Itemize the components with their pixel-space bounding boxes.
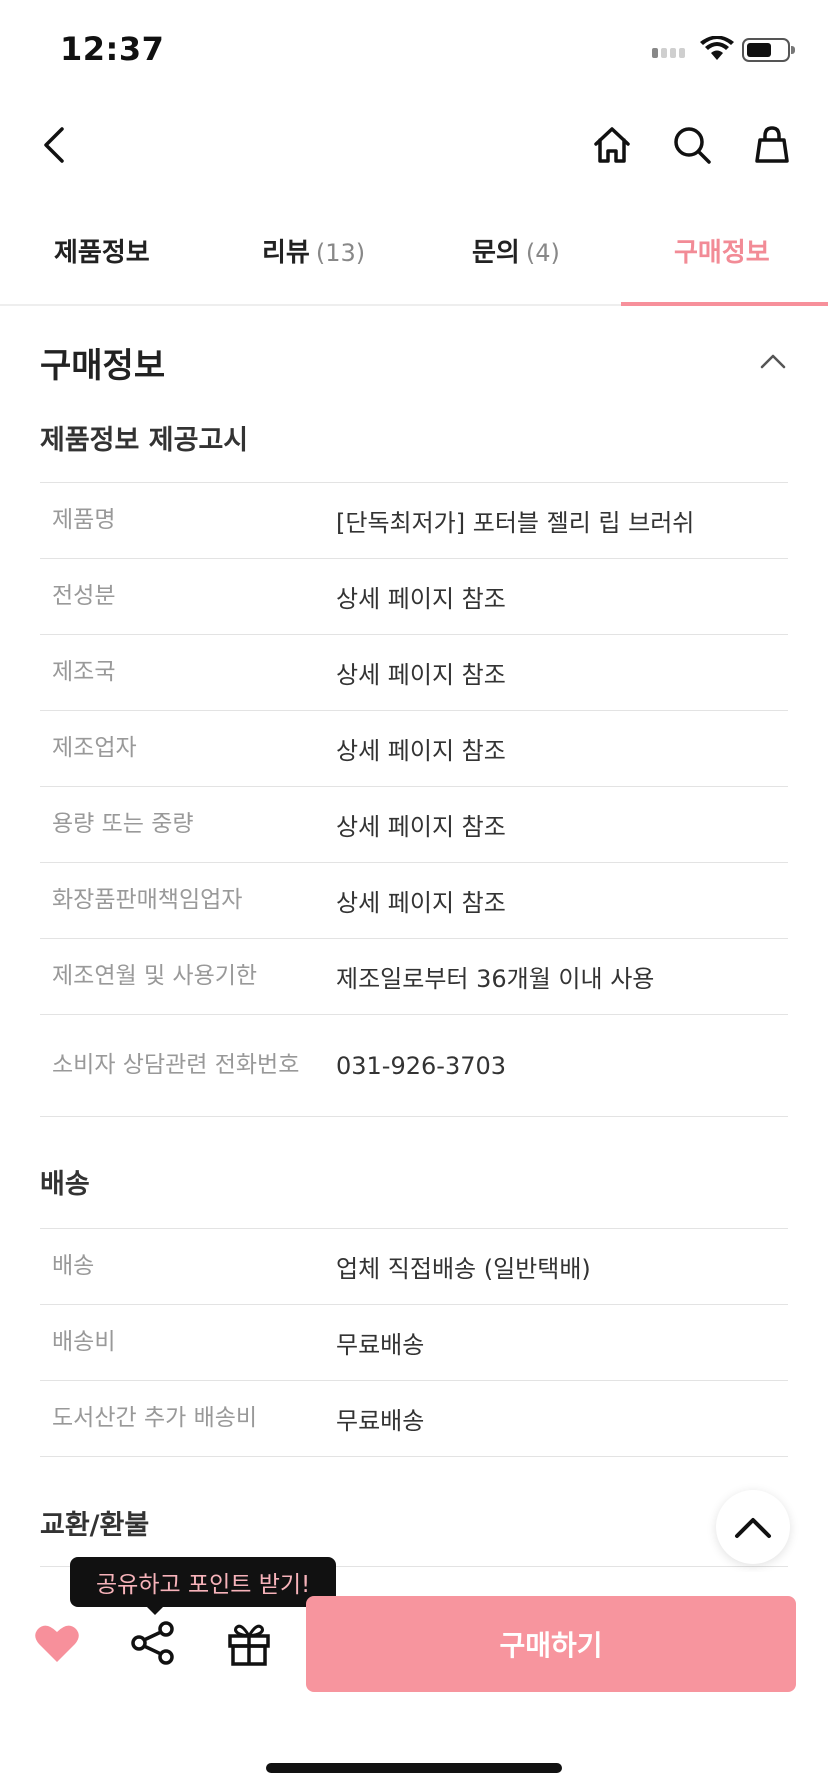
table-row: 제품명 [단독최저가] 포터블 젤리 립 브러쉬 bbox=[40, 483, 788, 559]
tooltip-text: 공유하고 포인트 받기! bbox=[96, 1572, 311, 1598]
share-icon[interactable] bbox=[128, 1618, 178, 1668]
section-title: 구매정보 bbox=[40, 346, 166, 386]
home-icon[interactable] bbox=[587, 120, 637, 170]
top-nav bbox=[0, 110, 828, 180]
home-indicator bbox=[266, 1763, 562, 1773]
tab-reviews[interactable]: 리뷰 (13) bbox=[262, 232, 365, 269]
row-value: 무료배송 bbox=[336, 1331, 425, 1359]
table-row: 배송 업체 직접배송 (일반택배) bbox=[40, 1229, 788, 1305]
buy-button[interactable]: 구매하기 bbox=[306, 1596, 796, 1692]
table-row: 제조국 상세 페이지 참조 bbox=[40, 635, 788, 711]
table-row: 제조업자 상세 페이지 참조 bbox=[40, 711, 788, 787]
chevron-up-icon bbox=[735, 1518, 771, 1538]
row-label: 제품명 bbox=[52, 506, 116, 533]
heart-icon[interactable] bbox=[32, 1618, 82, 1668]
row-value: 업체 직접배송 (일반택배) bbox=[336, 1255, 591, 1283]
gift-icon[interactable] bbox=[224, 1618, 274, 1668]
shipping-table: 배송 업체 직접배송 (일반택배) 배송비 무료배송 도서산간 추가 배송비 무… bbox=[40, 1228, 788, 1457]
table-row: 제조연월 및 사용기한 제조일로부터 36개월 이내 사용 bbox=[40, 939, 788, 1015]
table-row: 용량 또는 중량 상세 페이지 참조 bbox=[40, 787, 788, 863]
active-tab-indicator bbox=[621, 302, 828, 306]
row-label: 제조업자 bbox=[52, 734, 137, 761]
status-bar: 12:37 bbox=[0, 0, 828, 90]
row-label: 제조연월 및 사용기한 bbox=[52, 962, 258, 989]
row-label: 용량 또는 중량 bbox=[52, 810, 194, 837]
tab-label: 리뷰 bbox=[262, 238, 310, 268]
search-icon[interactable] bbox=[667, 120, 717, 170]
row-value: 상세 페이지 참조 bbox=[336, 585, 506, 613]
shipping-heading: 배송 bbox=[40, 1169, 90, 1200]
tab-label: 구매정보 bbox=[674, 238, 770, 268]
chevron-up-icon[interactable] bbox=[758, 346, 788, 376]
tab-count: (13) bbox=[315, 239, 366, 267]
wifi-icon bbox=[700, 36, 734, 60]
row-label: 전성분 bbox=[52, 582, 116, 609]
product-notice-heading: 제품정보 제공고시 bbox=[40, 425, 249, 456]
tab-count: (4) bbox=[525, 239, 560, 267]
row-value: 무료배송 bbox=[336, 1407, 425, 1435]
tab-purchase-info[interactable]: 구매정보 bbox=[674, 232, 770, 269]
row-value: [단독최저가] 포터블 젤리 립 브러쉬 bbox=[336, 509, 695, 537]
product-notice-table: 제품명 [단독최저가] 포터블 젤리 립 브러쉬 전성분 상세 페이지 참조 제… bbox=[40, 482, 788, 1117]
row-value: 상세 페이지 참조 bbox=[336, 737, 506, 765]
row-label: 배송비 bbox=[52, 1328, 116, 1355]
status-time: 12:37 bbox=[60, 30, 165, 68]
table-row: 화장품판매책임업자 상세 페이지 참조 bbox=[40, 863, 788, 939]
table-row: 소비자 상담관련 전화번호 031-926-3703 bbox=[40, 1015, 788, 1117]
tooltip-tail bbox=[145, 1605, 165, 1615]
shopping-bag-icon[interactable] bbox=[747, 120, 797, 170]
row-label: 소비자 상담관련 전화번호 bbox=[52, 1051, 300, 1078]
exchange-heading: 교환/환불 bbox=[40, 1510, 150, 1541]
back-icon[interactable] bbox=[30, 120, 80, 170]
row-value: 상세 페이지 참조 bbox=[336, 661, 506, 689]
row-label: 도서산간 추가 배송비 bbox=[52, 1404, 258, 1431]
table-row: 전성분 상세 페이지 참조 bbox=[40, 559, 788, 635]
row-value: 031-926-3703 bbox=[336, 1051, 507, 1080]
buy-button-label: 구매하기 bbox=[499, 1629, 603, 1662]
tab-inquiries[interactable]: 문의 (4) bbox=[472, 232, 560, 269]
scroll-to-top-button[interactable] bbox=[716, 1490, 790, 1564]
cellular-signal-icon bbox=[652, 48, 685, 58]
battery-icon bbox=[742, 38, 795, 62]
tab-label: 제품정보 bbox=[54, 238, 150, 268]
row-label: 제조국 bbox=[52, 658, 116, 685]
row-label: 화장품판매책임업자 bbox=[52, 886, 243, 913]
product-tabs: 제품정보 리뷰 (13) 문의 (4) 구매정보 bbox=[0, 212, 828, 306]
row-value: 상세 페이지 참조 bbox=[336, 813, 506, 841]
row-value: 제조일로부터 36개월 이내 사용 bbox=[336, 965, 655, 993]
table-row: 도서산간 추가 배송비 무료배송 bbox=[40, 1381, 788, 1457]
row-value: 상세 페이지 참조 bbox=[336, 889, 506, 917]
share-tooltip: 공유하고 포인트 받기! bbox=[70, 1557, 337, 1607]
row-label: 배송 bbox=[52, 1252, 95, 1279]
tab-product-info[interactable]: 제품정보 bbox=[54, 232, 150, 269]
table-row: 배송비 무료배송 bbox=[40, 1305, 788, 1381]
tab-label: 문의 bbox=[472, 238, 520, 268]
